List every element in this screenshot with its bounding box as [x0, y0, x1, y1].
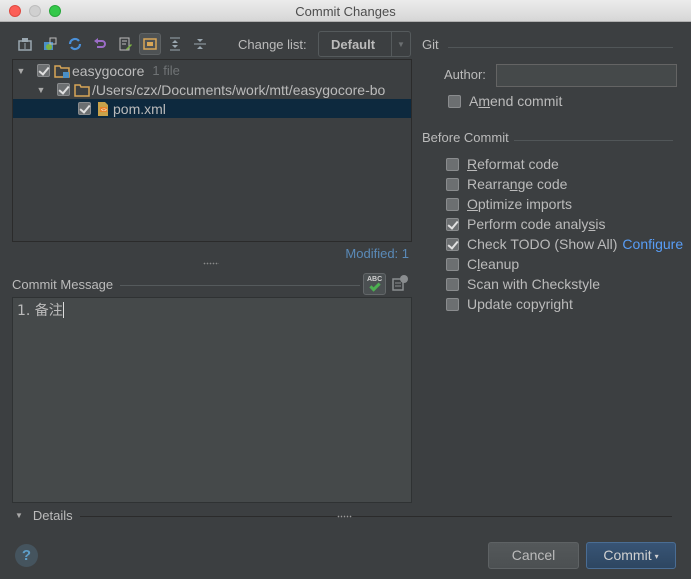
spell-check-toggle[interactable]: ABC [363, 273, 386, 295]
tree-row-directory[interactable]: ▼ /Users/czx/Documents/work/mtt/easygoco… [13, 80, 411, 99]
tree-row-module[interactable]: ▼ easygocore 1 file [13, 61, 411, 80]
git-section-title: Git [422, 37, 439, 52]
details-divider [80, 516, 672, 517]
expand-all-button[interactable] [164, 33, 186, 55]
option-perform-code-analysis[interactable]: Perform code analysis [446, 216, 606, 232]
title-bar: Commit Changes [0, 0, 691, 22]
modified-count: Modified: 1 [345, 246, 409, 261]
help-button[interactable]: ? [15, 544, 38, 567]
cleanup-checkbox[interactable] [446, 257, 459, 271]
rollback-icon [94, 38, 106, 48]
author-input[interactable] [496, 64, 677, 87]
window-title: Commit Changes [295, 4, 396, 19]
commit-button[interactable]: Commit ▾ [586, 542, 676, 569]
author-label: Author: [444, 67, 486, 82]
edit-source-icon [119, 37, 132, 51]
option-scan-checkstyle[interactable]: Scan with Checkstyle [446, 276, 600, 292]
show-diff-button[interactable] [14, 33, 36, 55]
before-commit-section-title: Before Commit [422, 130, 509, 145]
details-toggle[interactable]: ▼ Details [15, 508, 73, 523]
file-checkbox[interactable] [78, 102, 91, 115]
reformat-code-label: Reformat code [467, 156, 559, 172]
text-caret [62, 302, 64, 318]
expand-arrow-icon[interactable]: ▼ [15, 66, 27, 76]
svg-text:<>: <> [101, 107, 107, 113]
chevron-down-icon: ▼ [391, 32, 410, 56]
file-count: 1 file [152, 63, 180, 78]
change-list-label: Change list: [238, 37, 307, 52]
collapse-arrow-icon: ▼ [15, 511, 23, 520]
commit-label: Commit [603, 547, 652, 563]
option-reformat-code[interactable]: Reformat code [446, 156, 559, 172]
jump-to-source-icon [44, 37, 57, 50]
amend-commit-option[interactable]: Amend commit [448, 93, 562, 109]
refresh-button[interactable] [64, 33, 86, 55]
option-rearrange-code[interactable]: Rearrange code [446, 176, 567, 192]
cleanup-label: Cleanup [467, 256, 520, 272]
commit-message-input[interactable]: 1. 备注 [12, 297, 412, 503]
jump-to-source-button[interactable] [39, 33, 61, 55]
option-update-copyright[interactable]: Update copyright [446, 296, 573, 312]
expand-all-icon [170, 37, 180, 51]
change-list-value: Default [331, 37, 376, 52]
show-diff-icon [18, 38, 32, 51]
edit-source-button[interactable] [114, 33, 136, 55]
chevron-down-icon[interactable]: ▾ [655, 552, 659, 561]
details-splitter-handle[interactable] [337, 515, 352, 518]
collapse-all-button[interactable] [189, 33, 211, 55]
optimize-imports-checkbox[interactable] [446, 197, 459, 211]
tree-row-file[interactable]: <> pom.xml [13, 99, 411, 118]
directory-checkbox[interactable] [57, 83, 70, 96]
change-list-select[interactable]: Default ▼ [318, 31, 411, 57]
option-cleanup[interactable]: Cleanup [446, 256, 519, 272]
commit-message-text: 1. 备注 [17, 303, 63, 319]
refresh-icon [68, 37, 82, 51]
option-check-todo[interactable]: Check TODO (Show All) Configure [446, 236, 683, 252]
rearrange-code-checkbox[interactable] [446, 177, 459, 191]
group-by-directory-button[interactable] [139, 33, 161, 55]
scan-checkstyle-label: Scan with Checkstyle [467, 276, 601, 292]
expand-arrow-icon[interactable]: ▼ [35, 85, 47, 95]
module-checkbox[interactable] [37, 64, 50, 77]
check-todo-checkbox[interactable] [446, 237, 459, 251]
commit-message-label: Commit Message [12, 277, 114, 292]
update-copyright-checkbox[interactable] [446, 297, 459, 311]
directory-path: /Users/czx/Documents/work/mtt/easygocore… [92, 81, 386, 98]
file-name: pom.xml [113, 100, 166, 117]
configure-todo-link[interactable]: Configure [622, 236, 683, 252]
module-name: easygocore [72, 62, 145, 79]
amend-commit-checkbox[interactable] [448, 94, 461, 108]
commit-message-divider [120, 285, 360, 286]
update-copyright-label: Update copyright [467, 296, 573, 312]
git-section-divider [448, 47, 673, 48]
splitter-handle[interactable] [203, 262, 219, 265]
module-folder-icon [54, 64, 70, 78]
reformat-code-checkbox[interactable] [446, 157, 459, 171]
changes-tree[interactable]: ▼ easygocore 1 file ▼ /Users/czx/Documen… [12, 59, 412, 242]
details-label: Details [32, 508, 73, 523]
option-optimize-imports[interactable]: Optimize imports [446, 196, 572, 212]
before-commit-divider [514, 140, 673, 141]
changes-toolbar [14, 32, 211, 56]
amend-commit-label: Amend commit [469, 93, 563, 109]
commit-history-icon[interactable] [391, 274, 409, 292]
rearrange-code-label: Rearrange code [467, 176, 568, 192]
perform-code-analysis-checkbox[interactable] [446, 217, 459, 231]
optimize-imports-label: Optimize imports [467, 196, 573, 212]
collapse-all-icon [194, 39, 206, 49]
scan-checkstyle-checkbox[interactable] [446, 277, 459, 291]
group-by-directory-icon [143, 38, 157, 50]
xml-file-icon: <> [98, 101, 108, 116]
cancel-button[interactable]: Cancel [488, 542, 579, 569]
perform-code-analysis-label: Perform code analysis [467, 216, 606, 232]
rollback-button[interactable] [89, 33, 111, 55]
check-todo-label: Check TODO (Show All) [467, 236, 618, 252]
folder-icon [74, 83, 90, 97]
